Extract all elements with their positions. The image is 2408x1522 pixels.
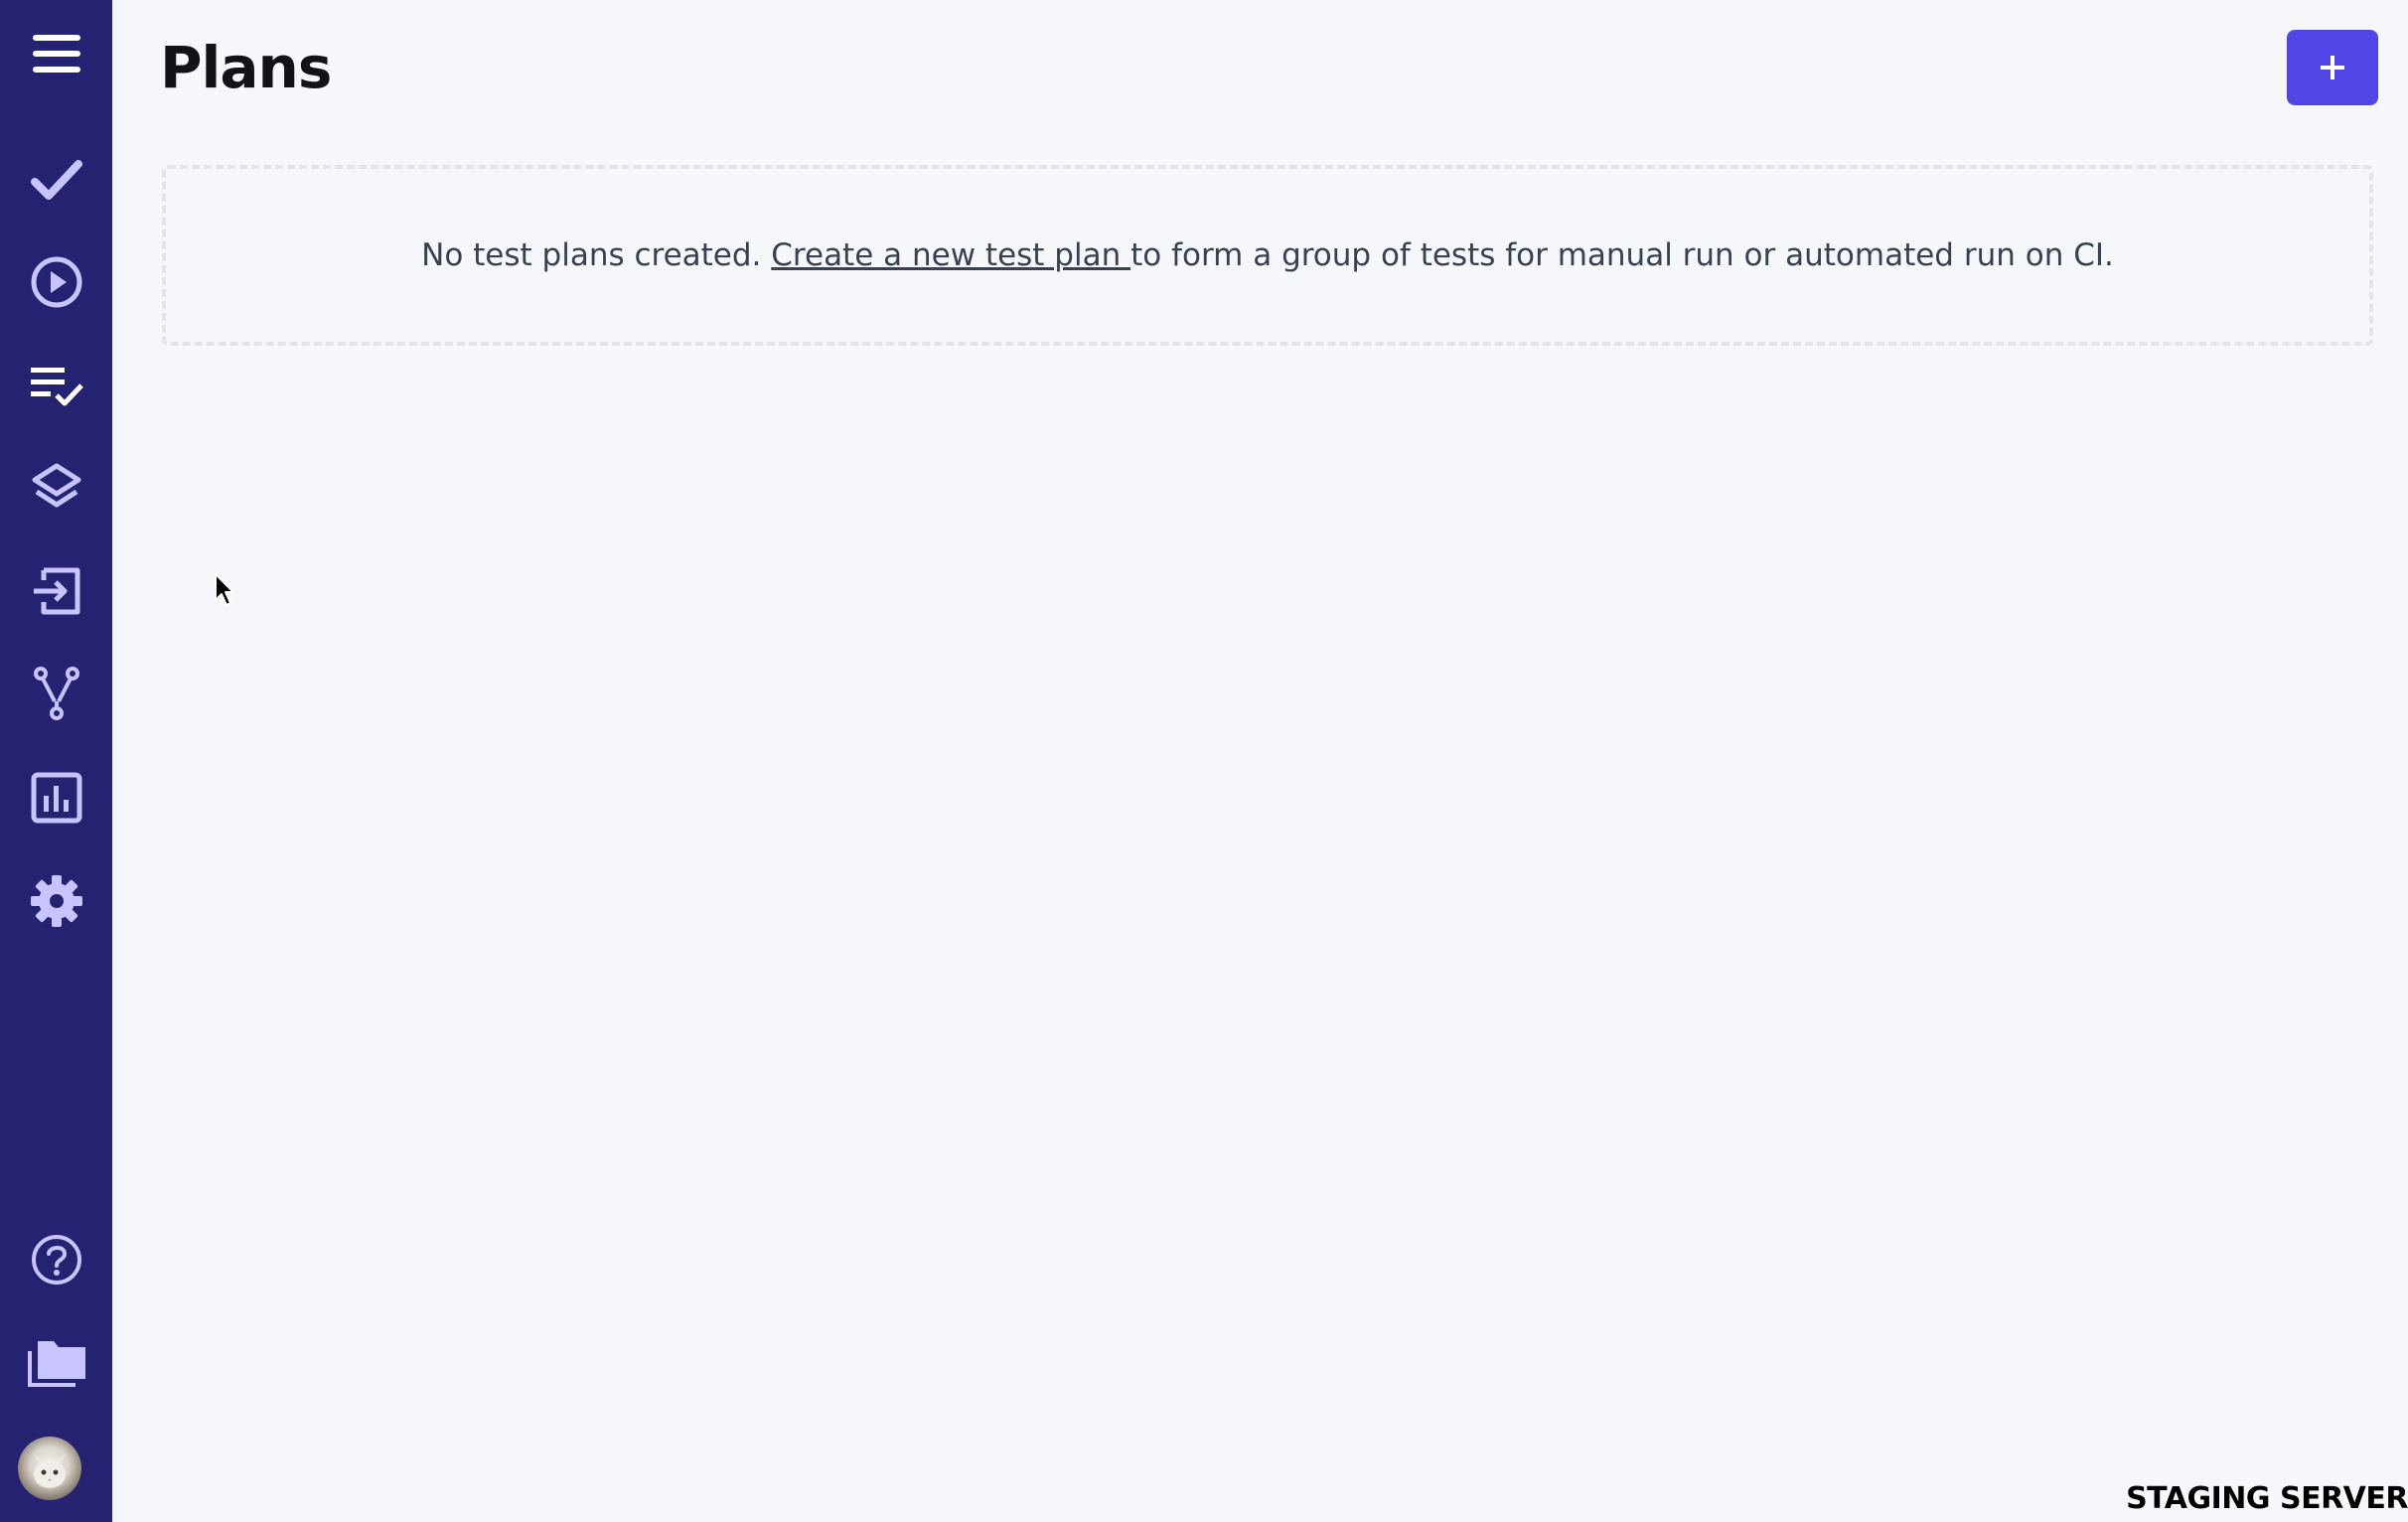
sidebar-item-help[interactable] <box>0 1220 112 1299</box>
staging-server-label: STAGING SERVER <box>2126 1481 2408 1516</box>
sidebar-item-import[interactable] <box>0 551 112 631</box>
sidebar <box>0 0 112 1522</box>
sidebar-item-tests[interactable] <box>0 140 112 220</box>
sidebar-item-plans[interactable] <box>0 346 112 425</box>
empty-state-text-before: No test plans created. <box>421 237 772 273</box>
main-content: Plans No test plans created. Create a ne… <box>112 0 2408 1522</box>
mouse-cursor-icon <box>215 573 234 606</box>
avatar[interactable] <box>18 1437 81 1500</box>
avatar-image <box>34 1454 66 1488</box>
empty-state-message: No test plans created. Create a new test… <box>421 237 2114 273</box>
checkmark-icon <box>30 160 82 200</box>
folders-icon <box>27 1341 85 1387</box>
help-icon <box>31 1235 81 1285</box>
menu-icon <box>32 35 80 73</box>
plus-icon <box>2321 56 2344 79</box>
branch-icon <box>33 667 79 720</box>
checklist-icon <box>30 368 83 406</box>
sidebar-item-runs[interactable] <box>0 242 112 322</box>
add-plan-button[interactable] <box>2287 30 2378 105</box>
play-circle-icon <box>31 256 81 308</box>
create-test-plan-link[interactable]: Create a new test plan <box>771 237 1130 273</box>
empty-state-text-after: to form a group of tests for manual run … <box>1130 237 2114 273</box>
menu-button[interactable] <box>0 14 112 93</box>
sidebar-item-analytics[interactable] <box>0 758 112 837</box>
sidebar-item-projects[interactable] <box>0 1323 112 1403</box>
import-icon <box>33 567 79 615</box>
gear-icon <box>30 875 82 927</box>
sidebar-item-settings[interactable] <box>0 861 112 941</box>
sidebar-item-layers[interactable] <box>0 448 112 528</box>
analytics-icon <box>31 772 81 824</box>
page-title: Plans <box>160 34 332 101</box>
empty-state: No test plans created. Create a new test… <box>162 165 2373 346</box>
sidebar-item-branches[interactable] <box>0 654 112 733</box>
layers-icon <box>32 463 80 508</box>
